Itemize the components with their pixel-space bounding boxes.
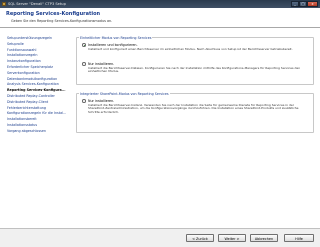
next-button[interactable]: Weiter >: [218, 233, 246, 242]
window-controls: _ □ x: [291, 1, 318, 7]
sharepoint-mode-legend: Integrierter SharePoint-Modus von Report…: [79, 91, 170, 96]
native-mode-group: Einheitlicher Modus von Reporting Servic…: [76, 35, 314, 85]
sharepoint-install-only-radio[interactable]: [82, 99, 86, 103]
sidebar-item-abgeschlossen[interactable]: Vorgang abgeschlossen: [4, 129, 72, 135]
cancel-button[interactable]: Abbrechen: [250, 233, 278, 242]
setup-app-icon: [2, 2, 6, 6]
native-install-configure-option[interactable]: Installieren und konfigurieren. Installi…: [82, 43, 310, 57]
wizard-steps-sidebar: Setupunterstützungsregeln Setuprolle Fun…: [4, 36, 72, 135]
sharepoint-install-only-option[interactable]: Nur installieren. Installiert die Berich…: [82, 99, 310, 129]
close-button[interactable]: x: [307, 1, 318, 7]
main-content: Einheitlicher Modus von Reporting Servic…: [76, 33, 314, 223]
native-mode-legend: Einheitlicher Modus von Reporting Servic…: [79, 35, 153, 40]
back-button[interactable]: < Zurück: [186, 233, 214, 242]
page-title: Reporting Services-Konfiguration: [6, 11, 101, 17]
wizard-footer: < Zurück Weiter > Abbrechen Hilfe: [0, 228, 320, 247]
maximize-button[interactable]: □: [299, 1, 307, 7]
native-install-configure-radio[interactable]: [82, 43, 86, 47]
title-bar: SQL Server "Denali" CTP3 Setup _ □ x: [0, 0, 320, 8]
page-subtitle: Geben Sie den Reporting Services-Konfigu…: [11, 19, 113, 23]
page-header: Reporting Services-Konfiguration Geben S…: [0, 8, 320, 28]
minimize-button[interactable]: _: [291, 1, 299, 7]
help-button[interactable]: Hilfe: [284, 233, 314, 242]
native-install-only-radio[interactable]: [82, 62, 86, 66]
native-install-configure-desc: Installiert und konfiguriert einen Beric…: [88, 46, 293, 51]
native-install-only-option[interactable]: Nur installieren. Installiert die Berich…: [82, 62, 310, 78]
sharepoint-install-only-desc: Installiert die Berichtsserver-Instanz. …: [88, 102, 299, 115]
sharepoint-mode-group: Integrierter SharePoint-Modus von Report…: [76, 91, 314, 133]
window-title: SQL Server "Denali" CTP3 Setup: [8, 2, 66, 6]
native-install-only-desc: Installiert die Berichtsserver-Dateien. …: [88, 65, 301, 74]
